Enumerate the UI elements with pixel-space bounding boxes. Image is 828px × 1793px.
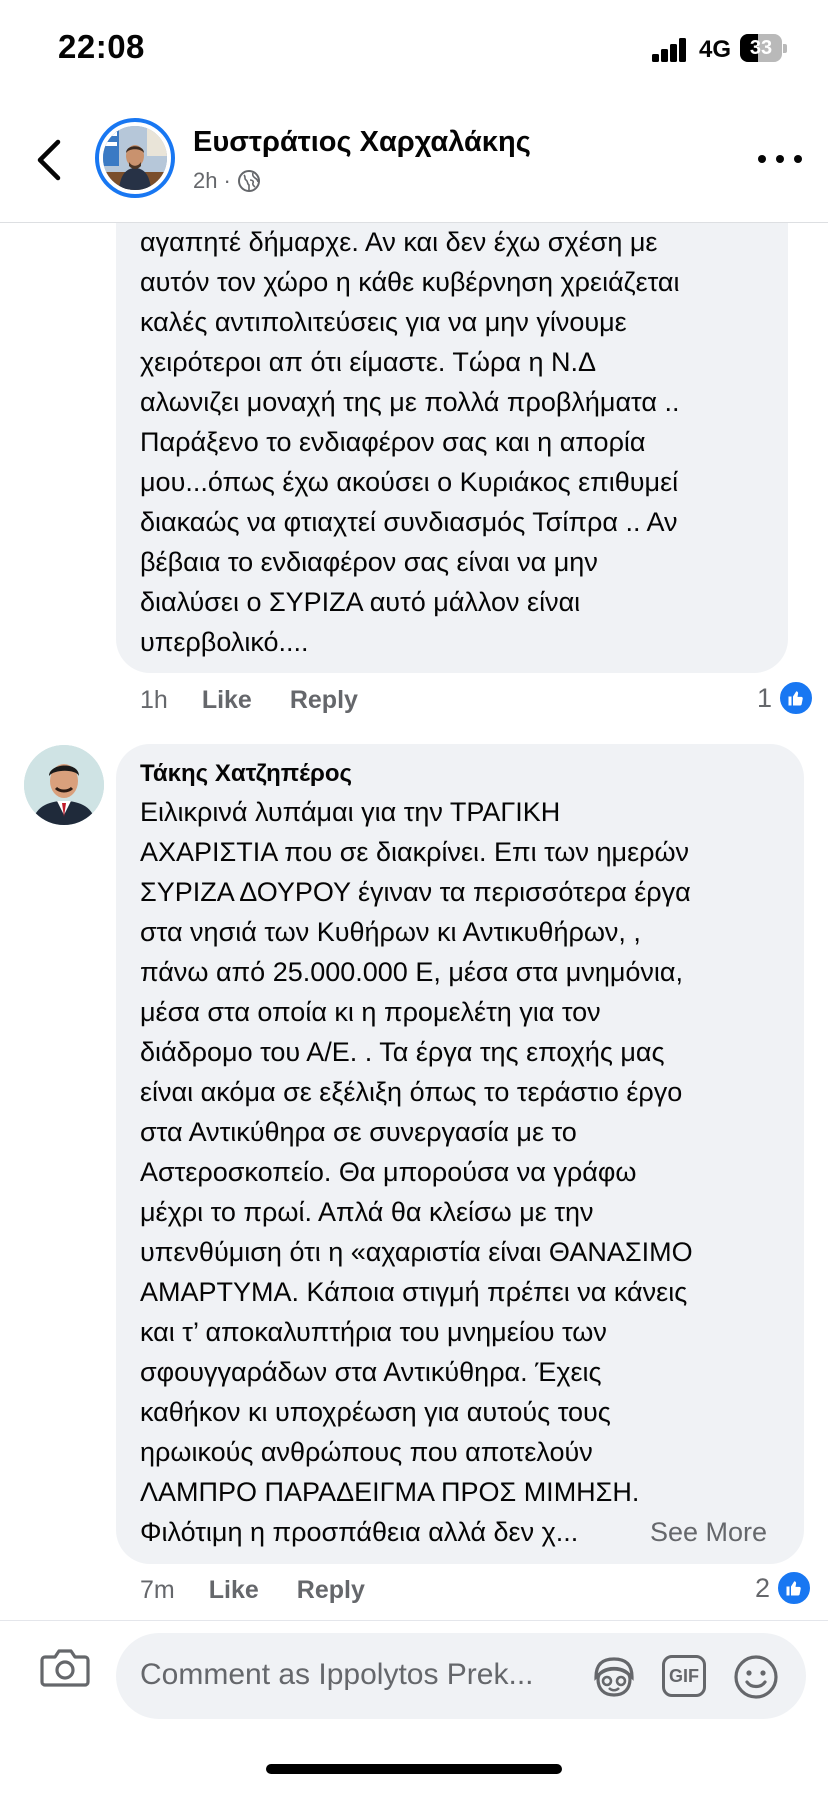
reply-button[interactable]: Reply	[297, 1576, 365, 1605]
comment-placeholder: Comment as Ippolytos Prek...	[140, 1658, 534, 1691]
like-button[interactable]: Like	[209, 1576, 259, 1605]
chevron-left-icon	[37, 139, 61, 181]
comment-author[interactable]: Τάκης Χατζηπέρος	[140, 760, 352, 788]
network-type: 4G	[699, 36, 732, 63]
comment-actions: 7m Like Reply	[140, 1576, 403, 1605]
status-bar: 22:08 4G 33	[0, 0, 828, 100]
reply-button[interactable]: Reply	[290, 686, 358, 715]
reaction-number: 1	[757, 682, 773, 713]
camera-icon[interactable]	[40, 1645, 90, 1689]
comment-actions: 1h Like Reply	[140, 686, 396, 715]
comment-text: Ειλικρινά λυπάμαι για την ΤΡΑΓΙΚΗ ΑΧΑΡΙΣ…	[140, 797, 693, 1547]
comment-time: 7m	[140, 1576, 175, 1604]
like-button[interactable]: Like	[202, 686, 252, 715]
comment-time: 1h	[140, 686, 168, 714]
reaction-number: 2	[755, 1572, 771, 1603]
comment-bubble[interactable]: αγαπητέ δήμαρχε. Αν και δεν έχω σχέση με…	[116, 190, 788, 673]
gif-icon[interactable]: GIF	[662, 1655, 706, 1697]
avatar-sticker-icon[interactable]	[590, 1653, 638, 1701]
battery-level: 33	[749, 37, 773, 59]
reaction-count[interactable]: 2	[755, 1570, 813, 1606]
globe-icon	[237, 170, 260, 192]
reaction-count[interactable]: 1	[757, 680, 815, 716]
page-name[interactable]: Ευστράτιος Χαρχαλάκης	[193, 126, 531, 159]
status-time: 22:08	[58, 28, 145, 65]
post-meta: 2h ·	[193, 168, 261, 194]
see-more-link[interactable]: See More	[650, 1512, 767, 1552]
battery-icon: 33	[740, 34, 788, 64]
emoji-icon[interactable]	[732, 1653, 780, 1701]
comment-bubble[interactable]: Τάκης Χατζηπέρος Ειλικρινά λυπάμαι για τ…	[116, 744, 804, 1564]
comment-text: αγαπητέ δήμαρχε. Αν και δεν έχω σχέση με…	[140, 227, 680, 657]
home-indicator	[266, 1764, 562, 1774]
like-reaction-icon	[776, 1570, 813, 1606]
commenter-avatar[interactable]	[24, 745, 104, 825]
comment-input[interactable]: Comment as Ippolytos Prek... GIF	[116, 1633, 806, 1719]
post-header: Ευστράτιος Χαρχαλάκης 2h ·	[0, 100, 828, 223]
back-button[interactable]	[30, 136, 70, 184]
page-avatar[interactable]	[95, 118, 175, 198]
like-reaction-icon	[778, 680, 815, 716]
signal-icon	[652, 38, 688, 62]
meta-separator: ·	[223, 168, 231, 193]
more-options-button[interactable]	[758, 152, 802, 166]
post-age: 2h	[193, 168, 218, 193]
